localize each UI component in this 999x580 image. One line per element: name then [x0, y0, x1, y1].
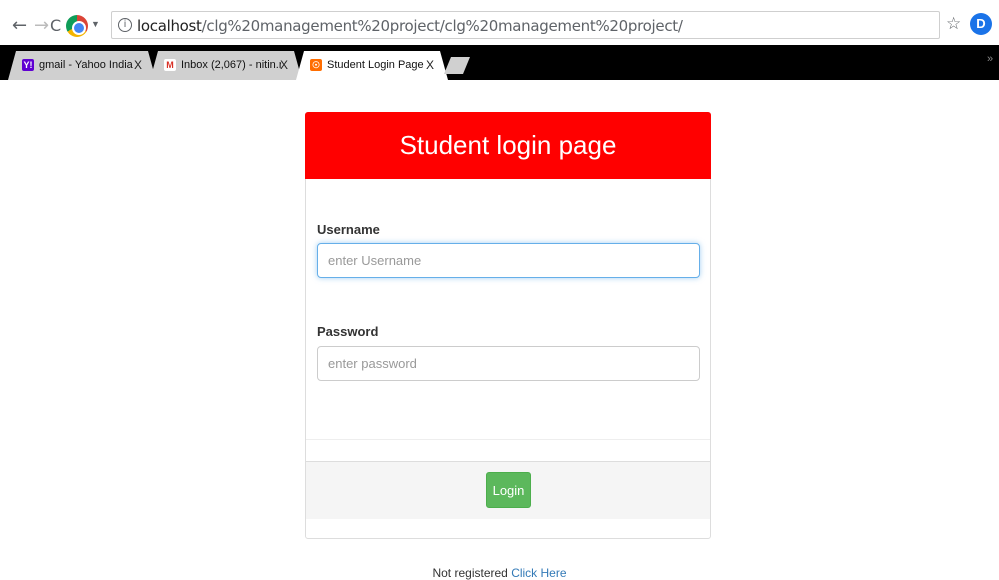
info-icon[interactable]: i [118, 18, 132, 32]
password-label: Password [317, 324, 379, 339]
address-bar[interactable]: i localhost/clg%20management%20project/c… [111, 11, 940, 39]
tab-student-login[interactable]: ☉ Student Login Page X [296, 51, 448, 80]
forward-arrow-icon[interactable]: → [34, 16, 49, 36]
register-prompt: Not registered Click Here [0, 566, 999, 580]
close-icon[interactable]: X [280, 58, 288, 72]
username-label: Username [317, 222, 380, 237]
gmail-favicon-icon: M [164, 59, 176, 71]
url-host: localhost [137, 17, 202, 35]
kebab-menu-icon[interactable]: ⋮ [994, 14, 999, 33]
divider [306, 439, 710, 440]
tab-title: Inbox (2,067) - nitin.rusia [181, 59, 281, 71]
back-arrow-icon[interactable]: ← [12, 16, 27, 36]
url-path: /clg%20management%20project/clg%20manage… [201, 17, 683, 35]
chevron-up-icon[interactable]: » [987, 53, 993, 65]
star-icon[interactable]: ☆ [946, 14, 961, 34]
tab-title: Student Login Page [327, 59, 424, 71]
register-link[interactable]: Click Here [511, 566, 566, 580]
chrome-profile-icon[interactable] [66, 15, 88, 37]
username-input[interactable] [317, 243, 700, 278]
close-icon[interactable]: X [426, 58, 434, 72]
not-registered-text: Not registered [432, 566, 508, 580]
close-icon[interactable]: X [134, 58, 142, 72]
tab-gmail[interactable]: M Inbox (2,067) - nitin.rusia X [150, 51, 302, 80]
extension-icon[interactable]: D [970, 13, 992, 35]
browser-toolbar: ← → C ▼ i localhost/clg%20management%20p… [0, 0, 999, 50]
panel-footer: Login [306, 461, 710, 519]
login-panel: Student login page Username Password Log… [305, 112, 711, 539]
page-favicon-icon: ☉ [311, 60, 321, 70]
new-tab-button[interactable] [444, 57, 470, 74]
chevron-down-icon[interactable]: ▼ [91, 19, 100, 29]
password-input[interactable] [317, 346, 700, 381]
yahoo-favicon-icon: Y! [23, 60, 33, 70]
tab-yahoo[interactable]: Y! gmail - Yahoo India Search X [8, 51, 156, 80]
tab-title: gmail - Yahoo India Search [39, 59, 133, 71]
panel-heading: Student login page [305, 112, 711, 179]
login-button[interactable]: Login [486, 472, 531, 508]
tab-strip: Y! gmail - Yahoo India Search X M Inbox … [0, 45, 999, 80]
url-text[interactable]: localhost/clg%20management%20project/clg… [137, 17, 683, 35]
reload-icon[interactable]: C [50, 16, 61, 36]
